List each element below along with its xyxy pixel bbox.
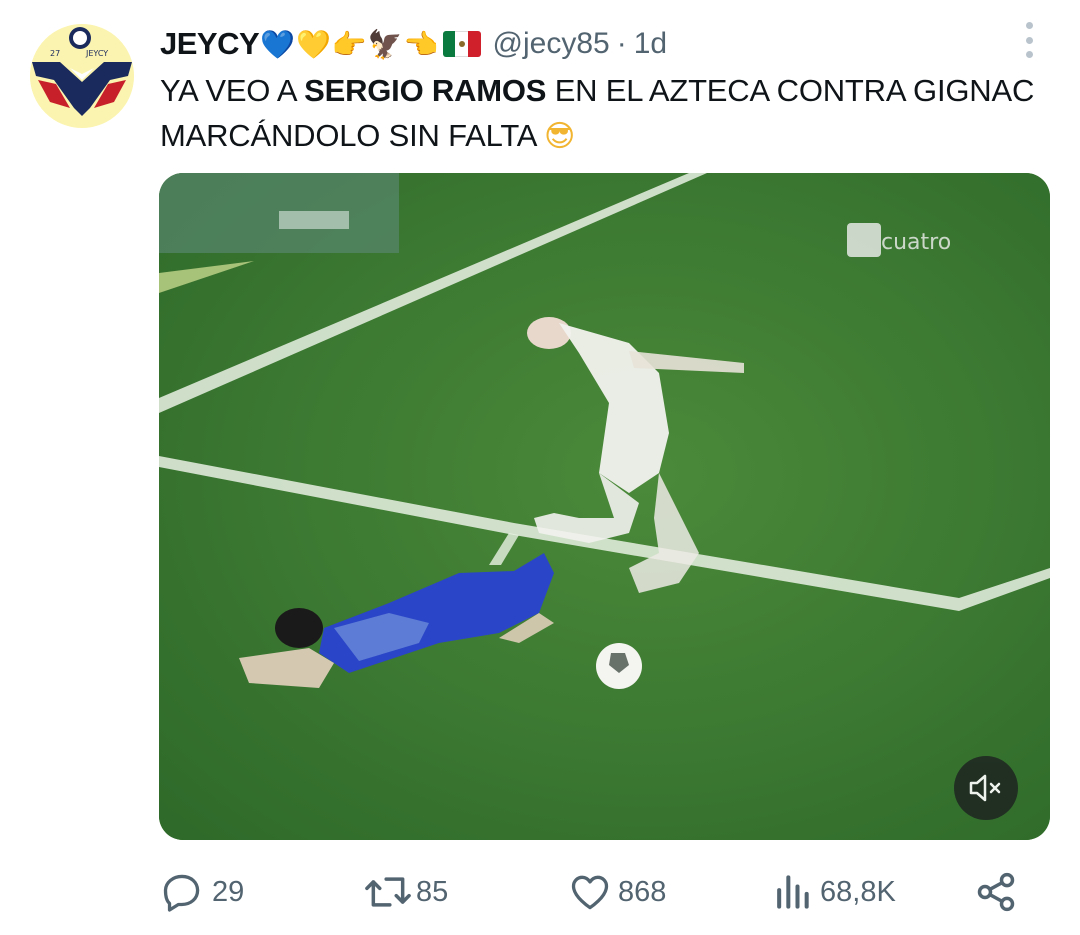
tweet-text: YA VEO A SERGIO RAMOS EN EL AZTECA CONTR…	[160, 68, 1040, 159]
action-bar: 29 85 868 68,8K	[160, 866, 1040, 918]
eagle-emoji: 🦅	[367, 27, 403, 61]
reply-count: 29	[212, 875, 245, 908]
avatar-number: 27	[50, 49, 60, 58]
sunglasses-emoji: 😎	[543, 119, 576, 154]
more-options-icon[interactable]	[1018, 22, 1040, 58]
timestamp[interactable]: 1d	[634, 27, 667, 61]
blue-heart-emoji: 💙	[260, 27, 296, 61]
like-button[interactable]: 868	[568, 866, 666, 918]
retweet-count: 85	[416, 875, 449, 908]
views-count: 68,8K	[820, 875, 896, 908]
soccer-ball	[596, 643, 642, 689]
video-frame: cuatro	[159, 173, 1050, 840]
reply-icon	[163, 874, 200, 912]
tweet[interactable]: 27 JEYCY JEYCY 💙 💛 👉 🦅 👈 @jecy85 · 1d YA…	[0, 0, 1080, 935]
separator-dot: ·	[616, 27, 627, 60]
tweet-text-bold: SERGIO RAMOS	[304, 73, 547, 108]
views-button[interactable]: 68,8K	[772, 866, 896, 918]
share-button[interactable]	[974, 866, 1018, 918]
user-handle[interactable]: @jecy85	[493, 27, 610, 61]
display-name[interactable]: JEYCY	[160, 26, 260, 62]
reply-button[interactable]: 29	[160, 866, 244, 918]
avatar[interactable]: 27 JEYCY	[30, 24, 134, 128]
retweet-button[interactable]: 85	[362, 866, 448, 918]
tweet-text-part: YA VEO A	[160, 73, 305, 108]
tweet-header: JEYCY 💙 💛 👉 🦅 👈 @jecy85 · 1d	[160, 22, 667, 66]
heart-icon	[571, 875, 609, 910]
pointing-left-emoji: 👈	[403, 27, 439, 61]
video-player[interactable]: cuatro	[159, 173, 1050, 840]
avatar-text: JEYCY	[85, 49, 108, 58]
yellow-heart-emoji: 💛	[296, 27, 331, 61]
share-icon	[977, 872, 1015, 912]
pointing-right-emoji: 👉	[331, 27, 367, 61]
speaker-muted-icon[interactable]	[954, 756, 1018, 820]
mexico-flag-icon	[442, 31, 481, 57]
like-count: 868	[618, 875, 667, 908]
watermark-text: cuatro	[881, 230, 951, 255]
retweet-icon	[365, 877, 411, 907]
analytics-icon	[777, 875, 809, 909]
